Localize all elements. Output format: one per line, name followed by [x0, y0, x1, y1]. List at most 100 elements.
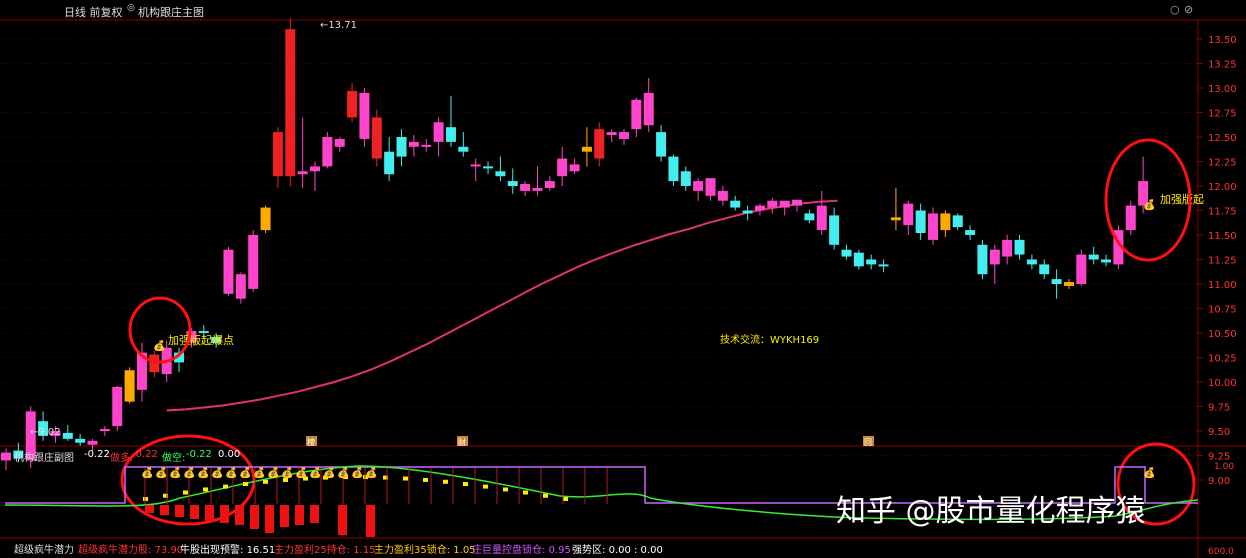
price-tick-label: 11.00 — [1208, 280, 1237, 291]
money-bag-icon: 💰 — [141, 466, 153, 479]
candle — [260, 205, 271, 234]
candle-body — [272, 132, 283, 177]
candle — [1088, 246, 1099, 265]
candle — [544, 176, 555, 191]
candle-body — [1076, 254, 1087, 284]
candle-body — [62, 432, 73, 439]
candle — [977, 239, 988, 280]
candle-body — [396, 137, 407, 157]
sub1-red-bar — [366, 505, 375, 537]
candle — [816, 190, 827, 235]
extra-value: 0.00 — [218, 449, 241, 460]
candle-body — [458, 146, 469, 152]
candle — [470, 158, 481, 182]
money-bag-icon: 💰 — [169, 466, 181, 479]
ma-line — [166, 199, 838, 412]
candle-body — [124, 370, 135, 402]
candle — [829, 207, 840, 250]
candle-body — [829, 215, 840, 245]
candle — [520, 181, 531, 196]
candle — [717, 186, 728, 206]
watermark: 知乎 @股市量化程序猿 — [836, 494, 1146, 529]
sub1-yellow-dot — [523, 490, 528, 495]
candle — [149, 350, 160, 378]
sub2-item-3: 主力盈利25持仓: 1.15 — [274, 545, 376, 556]
candle-body — [75, 438, 86, 443]
money-bag-icon: 💰 — [267, 466, 279, 479]
candle-body — [680, 171, 691, 186]
money-bag-icon: 💰 — [183, 466, 195, 479]
candle — [866, 254, 877, 270]
price-tick-label: 11.75 — [1208, 207, 1237, 218]
sub1-red-bar — [338, 505, 347, 535]
candle — [754, 203, 765, 216]
candle — [371, 109, 382, 167]
candle-body — [483, 166, 494, 169]
money-bag-icon: 💰 — [1143, 466, 1155, 479]
candle-body — [1088, 254, 1099, 260]
money-bag-icon: 💰 — [225, 466, 237, 479]
candle-body — [989, 249, 1000, 265]
sub1-red-bar — [160, 505, 169, 515]
candle-body — [1039, 264, 1050, 275]
money-bag-icon: 💰 — [239, 466, 251, 479]
price-tick-label: 13.25 — [1208, 60, 1237, 71]
candle — [62, 425, 73, 441]
sub1-red-bar — [220, 505, 229, 523]
candle — [1014, 235, 1025, 260]
candle — [940, 210, 951, 237]
money-bag-icon: 💰 — [211, 466, 223, 479]
candle — [99, 426, 110, 436]
sell-value: -0.22 — [186, 449, 212, 460]
sub1-red-bar — [265, 505, 274, 533]
candle-body — [1051, 279, 1062, 284]
price-tick-label: 13.50 — [1208, 35, 1237, 46]
candle-body — [198, 331, 209, 334]
candle — [619, 129, 629, 145]
price-tick-label: 12.50 — [1208, 133, 1237, 144]
money-bag-icon: 💰 — [1143, 198, 1155, 211]
candle — [915, 203, 926, 240]
sub1-red-bar — [295, 505, 304, 525]
price-tick-label: 9.75 — [1208, 403, 1230, 414]
candlestick-series — [1, 18, 1149, 471]
candle — [1101, 254, 1112, 267]
candle — [458, 132, 469, 157]
candle — [495, 156, 506, 182]
candle — [384, 137, 395, 182]
sub1-yellow-dot — [263, 479, 268, 484]
candle — [483, 161, 494, 175]
candle — [557, 146, 568, 186]
candle — [569, 158, 580, 175]
candle — [928, 207, 938, 245]
candle-body — [248, 235, 259, 289]
price-tick-label: 12.25 — [1208, 158, 1237, 169]
candle — [532, 166, 543, 196]
sub2-item-6: 强势区: 0.00 : 0.00 — [572, 545, 663, 556]
candle — [804, 209, 815, 224]
candle — [235, 272, 246, 304]
candle — [594, 122, 605, 167]
price-gridlines — [0, 38, 1198, 481]
candle — [359, 88, 370, 147]
candle-body — [903, 203, 914, 226]
price-tick-label: 9.00 — [1208, 476, 1230, 487]
sub1-red-bar — [250, 505, 259, 529]
sub1-yellow-dot — [183, 490, 188, 495]
candle — [223, 246, 234, 296]
candle — [112, 385, 123, 431]
candle — [680, 166, 691, 191]
sub-panel-1-name[interactable]: 机构跟庄副图 — [14, 449, 74, 464]
candle — [396, 129, 407, 167]
sub1-yellow-dot — [503, 487, 508, 492]
sub-panel-2-name[interactable]: 超级疯牛潜力 — [14, 541, 74, 556]
candle-body — [730, 200, 741, 208]
candle — [989, 244, 1000, 284]
sub1-red-bar — [175, 505, 184, 517]
candle-body — [557, 158, 568, 177]
candle-body — [841, 249, 852, 257]
money-bag-icon: 💰 — [323, 466, 335, 479]
sub1-yellow-dot — [463, 482, 468, 487]
event-marker-label: 榜 — [307, 437, 315, 447]
candle-body — [878, 264, 889, 267]
